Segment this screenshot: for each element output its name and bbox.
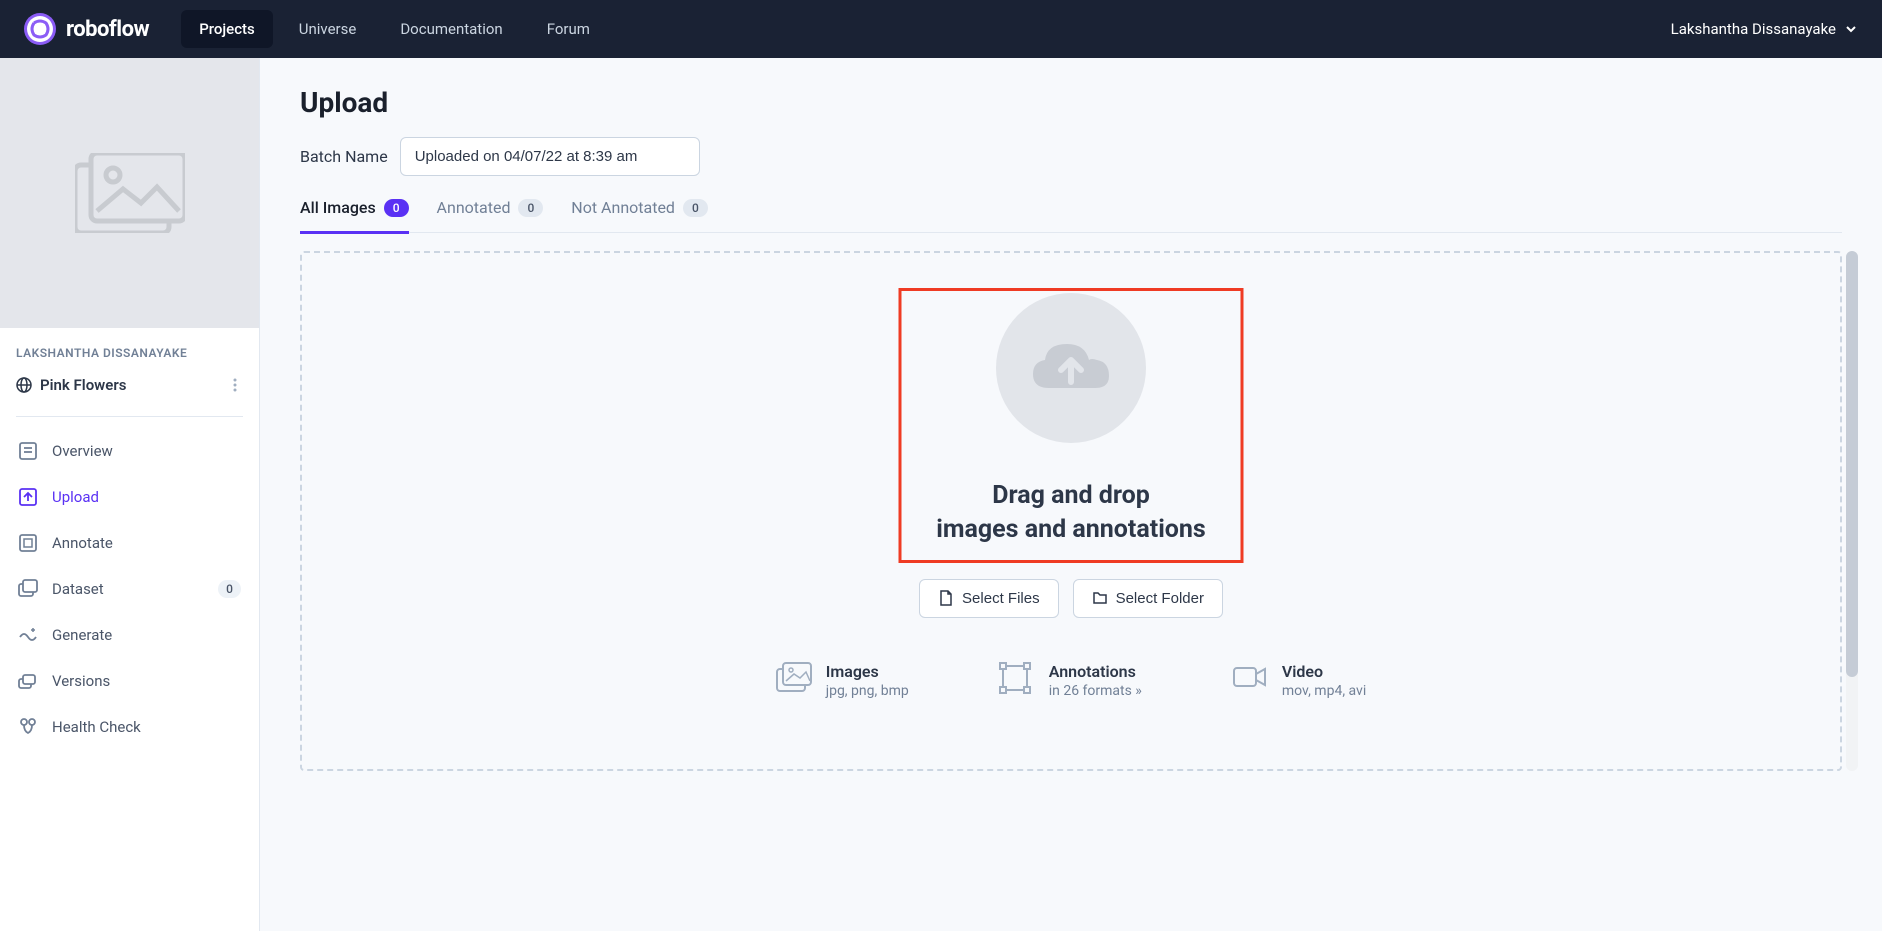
sidebar-item-upload[interactable]: Upload: [8, 475, 251, 519]
select-folder-button[interactable]: Select Folder: [1073, 579, 1223, 618]
image-stack-placeholder-icon: [75, 153, 185, 233]
dataset-icon: [18, 579, 38, 599]
sidebar: LAKSHANTHA DISSANAYAKE Pink Flowers: [0, 58, 260, 931]
logo[interactable]: roboflow: [24, 13, 149, 45]
annotations-format-icon: [999, 662, 1035, 694]
nav-item-documentation[interactable]: Documentation: [382, 10, 520, 48]
dropzone-wrapper: Drag and drop images and annotations Sel…: [300, 251, 1842, 771]
logo-text: roboflow: [66, 17, 149, 42]
page-title: Upload: [300, 86, 1842, 119]
video-format-icon: [1232, 662, 1268, 694]
generate-icon: [18, 625, 38, 645]
upload-dropzone[interactable]: Drag and drop images and annotations Sel…: [300, 251, 1842, 771]
sidebar-item-generate[interactable]: Generate: [8, 613, 251, 657]
sidebar-item-overview[interactable]: Overview: [8, 429, 251, 473]
user-menu[interactable]: Lakshantha Dissanayake: [1671, 20, 1858, 38]
highlight-box: [899, 288, 1244, 563]
dropzone-buttons: Select Files Select Folder: [322, 579, 1820, 618]
more-vertical-icon[interactable]: [227, 377, 243, 393]
tab-badge: 0: [683, 199, 708, 217]
nav-item-projects[interactable]: Projects: [181, 10, 273, 48]
format-images: Images jpg, png, bmp: [776, 662, 909, 699]
sidebar-menu: Overview Upload Annotate Dataset 0 Gener…: [0, 429, 259, 749]
sidebar-item-versions[interactable]: Versions: [8, 659, 251, 703]
sidebar-item-annotate[interactable]: Annotate: [8, 521, 251, 565]
user-name: Lakshantha Dissanayake: [1671, 20, 1836, 38]
versions-icon: [18, 671, 38, 691]
batch-name-input[interactable]: [400, 137, 700, 176]
format-row: Images jpg, png, bmp Annotations in 26 f…: [322, 662, 1820, 699]
tab-not-annotated[interactable]: Not Annotated 0: [571, 198, 707, 234]
project-row[interactable]: Pink Flowers: [16, 370, 243, 400]
tab-badge: 0: [384, 199, 409, 217]
format-video: Video mov, mp4, avi: [1232, 662, 1366, 699]
nav-item-forum[interactable]: Forum: [529, 10, 608, 48]
overview-icon: [18, 441, 38, 461]
roboflow-logo-icon: [24, 13, 56, 45]
globe-icon: [16, 377, 32, 393]
file-icon: [938, 590, 954, 606]
folder-icon: [1092, 590, 1108, 606]
sidebar-item-dataset[interactable]: Dataset 0: [8, 567, 251, 611]
select-files-button[interactable]: Select Files: [919, 579, 1059, 618]
annotate-icon: [18, 533, 38, 553]
sidebar-preview-area: [0, 58, 259, 328]
batch-name-row: Batch Name: [300, 137, 1842, 176]
sidebar-item-health-check[interactable]: Health Check: [8, 705, 251, 749]
nav-items: Projects Universe Documentation Forum: [181, 10, 608, 48]
nav-left: roboflow Projects Universe Documentation…: [24, 10, 608, 48]
tab-badge: 0: [518, 199, 543, 217]
workspace-label: LAKSHANTHA DISSANAYAKE: [16, 346, 243, 360]
top-navigation: roboflow Projects Universe Documentation…: [0, 0, 1882, 58]
scrollbar[interactable]: [1846, 251, 1858, 771]
project-name: Pink Flowers: [16, 376, 126, 394]
health-check-icon: [18, 717, 38, 737]
format-annotations[interactable]: Annotations in 26 formats »: [999, 662, 1142, 699]
main-content: Upload Batch Name All Images 0 Annotated…: [260, 58, 1882, 931]
nav-item-universe[interactable]: Universe: [281, 10, 375, 48]
workspace-section: LAKSHANTHA DISSANAYAKE Pink Flowers: [0, 328, 259, 408]
sidebar-divider: [16, 416, 243, 417]
scrollbar-thumb[interactable]: [1846, 251, 1858, 677]
batch-name-label: Batch Name: [300, 147, 388, 166]
tab-all-images[interactable]: All Images 0: [300, 198, 409, 234]
tab-annotated[interactable]: Annotated 0: [437, 198, 544, 234]
upload-icon: [18, 487, 38, 507]
chevron-down-icon: [1844, 22, 1858, 36]
dataset-count-badge: 0: [218, 580, 241, 598]
images-format-icon: [776, 662, 812, 694]
tabs: All Images 0 Annotated 0 Not Annotated 0: [300, 198, 1842, 233]
